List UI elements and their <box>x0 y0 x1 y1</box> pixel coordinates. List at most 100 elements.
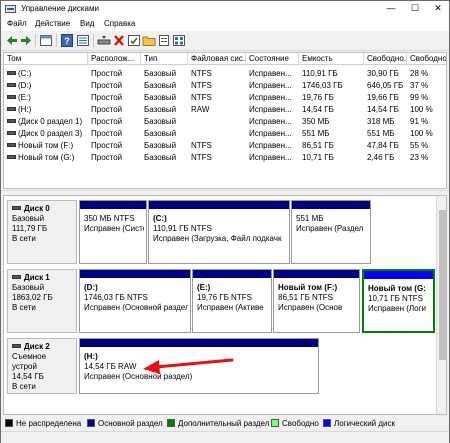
filesystem-cell: NTFS <box>191 81 212 90</box>
column-header-type[interactable]: Тип <box>141 53 188 65</box>
partition-disk1-d[interactable]: (D:) 1746,03 ГБ NTFS Исправен (Основной … <box>79 269 191 333</box>
layout-cell: Простой <box>91 69 123 78</box>
menu-action[interactable]: Действие <box>35 19 70 28</box>
table-row[interactable]: (C:) Простой Базовый NTFS Исправен... 11… <box>4 68 446 79</box>
volume-name: (D:) <box>18 81 32 90</box>
disk-2-label[interactable]: Диск 2 Съемное устрой 14,54 ГБ В сети <box>7 338 77 394</box>
table-row[interactable]: (H:) Простой Базовый RAW Исправен... 14,… <box>4 104 446 115</box>
maximize-button[interactable]: ☐ <box>404 1 426 17</box>
partition-disk1-f[interactable]: Новый том (F:) 86,51 ГБ NTFS Исправен (О… <box>273 269 360 333</box>
partition-bar <box>80 270 190 278</box>
disk-icon <box>12 205 21 210</box>
minimize-button[interactable]: — <box>380 1 402 17</box>
legend-label: Логический диск <box>334 419 395 428</box>
volume-cell: (E:) <box>4 92 88 103</box>
disk-map-scrollbar[interactable] <box>436 196 446 414</box>
disk-0-label[interactable]: Диск 0 Базовый 111,79 ГБ В сети <box>7 200 77 264</box>
free-space-cell: 2,46 ГБ <box>367 153 395 162</box>
volume-icon <box>7 154 16 159</box>
properties-icon[interactable] <box>76 34 90 47</box>
disk-name: Диск 2 <box>24 342 50 351</box>
table-row[interactable]: (E:) Простой Базовый NTFS Исправен... 19… <box>4 92 446 103</box>
column-header-layout[interactable]: Располож... <box>88 53 141 65</box>
volume-name: (H:) <box>18 105 32 114</box>
type-cell: Базовый <box>144 129 177 138</box>
table-row[interactable]: (Диск 0 раздел 1) Простой Базовый Исправ… <box>4 116 446 127</box>
close-button[interactable]: ✕ <box>427 1 449 17</box>
capacity-cell: 551 МБ <box>302 129 330 138</box>
help-icon[interactable]: ? <box>60 34 74 47</box>
partition-size-fs: 19,76 ГБ NTFS <box>197 293 252 302</box>
check-icon[interactable] <box>127 34 141 47</box>
toolbar-separator <box>93 34 94 47</box>
partition-info: (D:) 1746,03 ГБ NTFS Исправен (Основной … <box>84 283 188 313</box>
disk-management-window: Управление дисками — ☐ ✕ Файл Действие В… <box>0 0 450 443</box>
disk-1-label[interactable]: Диск 1 Базовый 1863,02 ГБ В сети <box>7 269 77 333</box>
free-space-cell: 318 МБ <box>367 117 395 126</box>
volume-list: Том Располож... Тип Файловая сис... Сост… <box>3 52 447 189</box>
new-folder-icon[interactable] <box>142 34 156 47</box>
type-cell: Базовый <box>144 141 177 150</box>
partition-title: Новый том (G: <box>368 284 426 293</box>
volume-cell: (Диск 0 раздел 3) <box>4 128 88 139</box>
type-cell: Базовый <box>144 93 177 102</box>
column-header-status[interactable]: Состояние <box>246 53 299 65</box>
volume-cell: (Диск 0 раздел 1) <box>4 116 88 127</box>
table-row[interactable]: Новый том (G:) Простой Базовый NTFS Испр… <box>4 152 446 163</box>
partition-size-fs: 551 МБ <box>296 214 324 223</box>
table-row[interactable]: (D:) Простой Базовый NTFS Исправен... 17… <box>4 80 446 91</box>
legend-label: Свободно <box>282 419 319 428</box>
partition-size-fs: 10,71 ГБ NTFS <box>368 294 423 303</box>
partition-disk0-c[interactable]: (C:) 110,91 ГБ NTFS Исправен (Загрузка, … <box>148 200 290 264</box>
volume-cell: Новый том (F:) <box>4 140 88 151</box>
partition-disk0-recovery[interactable]: 551 МБ Исправен (Раздел <box>291 200 371 264</box>
free-space-cell: 19,66 ГБ <box>367 93 399 102</box>
table-row[interactable]: Новый том (F:) Простой Базовый NTFS Испр… <box>4 140 446 151</box>
free-percent-cell: 99 % <box>410 93 429 102</box>
column-header-free-percent[interactable]: Свободно % <box>407 53 446 65</box>
column-header-volume[interactable]: Том <box>4 53 88 65</box>
connect-drive-icon[interactable] <box>97 34 111 47</box>
volume-name: (C:) <box>18 69 32 78</box>
disk-size: 14,54 ГБ <box>12 372 44 381</box>
volume-cell: (C:) <box>4 68 88 79</box>
disk-map: Диск 0 Базовый 111,79 ГБ В сети 350 МБ N… <box>3 195 447 415</box>
console-tree-icon[interactable] <box>39 34 53 47</box>
delete-icon[interactable] <box>112 34 126 47</box>
forward-arrow-icon[interactable] <box>19 34 33 47</box>
back-arrow-icon[interactable] <box>5 34 19 47</box>
volume-icon <box>7 82 16 87</box>
volume-cell: Новый том (G:) <box>4 152 88 163</box>
window-title: Управление дисками <box>21 4 99 13</box>
legend-label: Не распределена <box>16 419 82 428</box>
scrollbar-thumb[interactable] <box>439 210 446 360</box>
partition-info: 551 МБ Исправен (Раздел <box>296 214 368 234</box>
menu-view[interactable]: Вид <box>80 19 94 28</box>
filesystem-cell <box>188 116 246 127</box>
partition-disk0-system[interactable]: 350 МБ NTFS Исправен (Систе <box>79 200 147 264</box>
partition-title: (C:) <box>153 214 167 223</box>
partition-disk1-g[interactable]: Новый том (G: 10,71 ГБ NTFS Исправен (Ло… <box>362 269 435 333</box>
svg-text:?: ? <box>64 36 70 46</box>
capacity-cell: 1746,03 ГБ <box>302 81 343 90</box>
disk-icon <box>12 274 21 279</box>
view-icon[interactable] <box>172 34 186 47</box>
volume-icon <box>7 118 16 123</box>
status-cell: Исправен... <box>249 141 292 150</box>
disk-status: В сети <box>12 234 36 243</box>
volume-name: Новый том (F:) <box>18 141 74 150</box>
menu-help[interactable]: Справка <box>104 19 135 28</box>
column-header-free-space[interactable]: Свободно... <box>364 53 407 65</box>
table-row[interactable]: (Диск 0 раздел 3) Простой Базовый Исправ… <box>4 128 446 139</box>
legend-item: Свободно <box>271 418 319 429</box>
open-icon[interactable] <box>157 34 171 47</box>
column-header-capacity[interactable]: Емкость <box>299 53 364 65</box>
partition-disk1-e[interactable]: (E:) 19,76 ГБ NTFS Исправен (Активе <box>192 269 272 333</box>
column-header-filesystem[interactable]: Файловая сис... <box>188 53 246 65</box>
menu-file[interactable]: Файл <box>7 19 27 28</box>
volume-icon <box>7 94 16 99</box>
partition-bar <box>80 339 318 347</box>
menu-bar: Файл Действие Вид Справка <box>1 17 449 31</box>
legend-item: Основной раздел <box>87 418 163 429</box>
free-space-cell: 646,05 ГБ <box>367 81 404 90</box>
